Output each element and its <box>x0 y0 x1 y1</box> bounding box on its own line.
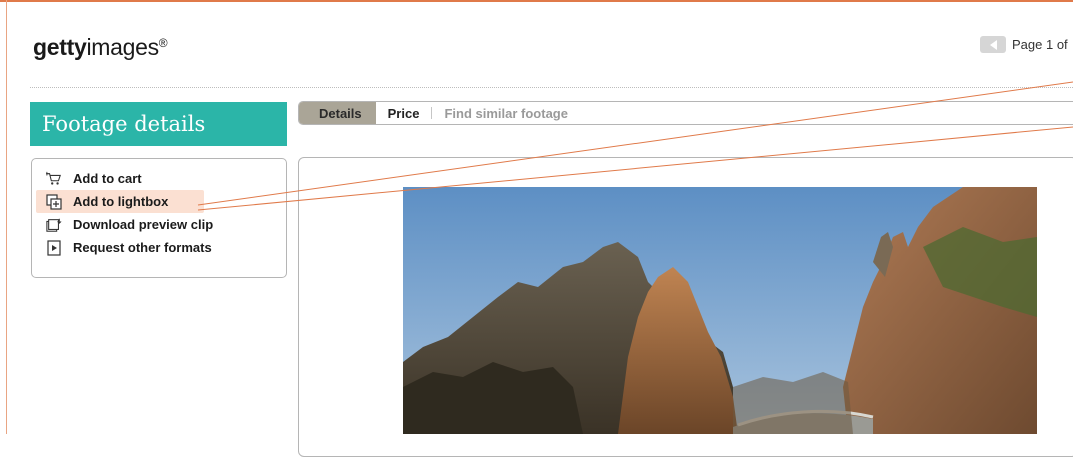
cart-icon <box>46 171 62 187</box>
download-preview-clip-label: Download preview clip <box>73 217 214 232</box>
annotation-frame-left <box>6 0 7 434</box>
tab-find-similar-footage[interactable]: Find similar footage <box>432 102 580 124</box>
add-to-lightbox-label: Add to lightbox <box>73 194 169 209</box>
header-divider <box>30 87 1073 88</box>
gettyimages-logo[interactable]: gettyimages® <box>33 34 168 61</box>
logo-registered-mark: ® <box>158 36 168 50</box>
add-to-cart-label: Add to cart <box>73 171 142 186</box>
add-to-lightbox-link[interactable]: Add to lightbox <box>36 190 204 213</box>
request-other-formats-label: Request other formats <box>73 240 212 255</box>
footage-preview-svg <box>403 187 1037 434</box>
footage-preview-image[interactable] <box>403 187 1037 434</box>
footage-details-title: Footage details <box>30 102 287 146</box>
logo-bold-text: getty <box>33 34 87 60</box>
film-icon <box>46 239 62 256</box>
download-preview-clip-link[interactable]: Download preview clip <box>36 213 282 236</box>
logo-regular-text: images <box>86 34 159 60</box>
add-to-cart-link[interactable]: Add to cart <box>36 167 282 190</box>
download-icon <box>46 217 62 233</box>
lightbox-icon <box>46 193 62 210</box>
pager: Page 1 of <box>980 36 1068 53</box>
request-other-formats-link[interactable]: Request other formats <box>36 236 282 259</box>
tab-price[interactable]: Price <box>376 102 432 124</box>
tab-details[interactable]: Details <box>299 102 376 124</box>
tab-bar: Details Price Find similar footage <box>298 101 1073 125</box>
arrow-left-icon <box>989 39 997 50</box>
page-indicator: Page 1 of <box>1012 37 1068 52</box>
previous-page-button[interactable] <box>980 36 1006 53</box>
annotation-frame-top <box>0 0 1073 2</box>
actions-panel: Add to cart Add to lightbox Download pre… <box>31 158 287 278</box>
